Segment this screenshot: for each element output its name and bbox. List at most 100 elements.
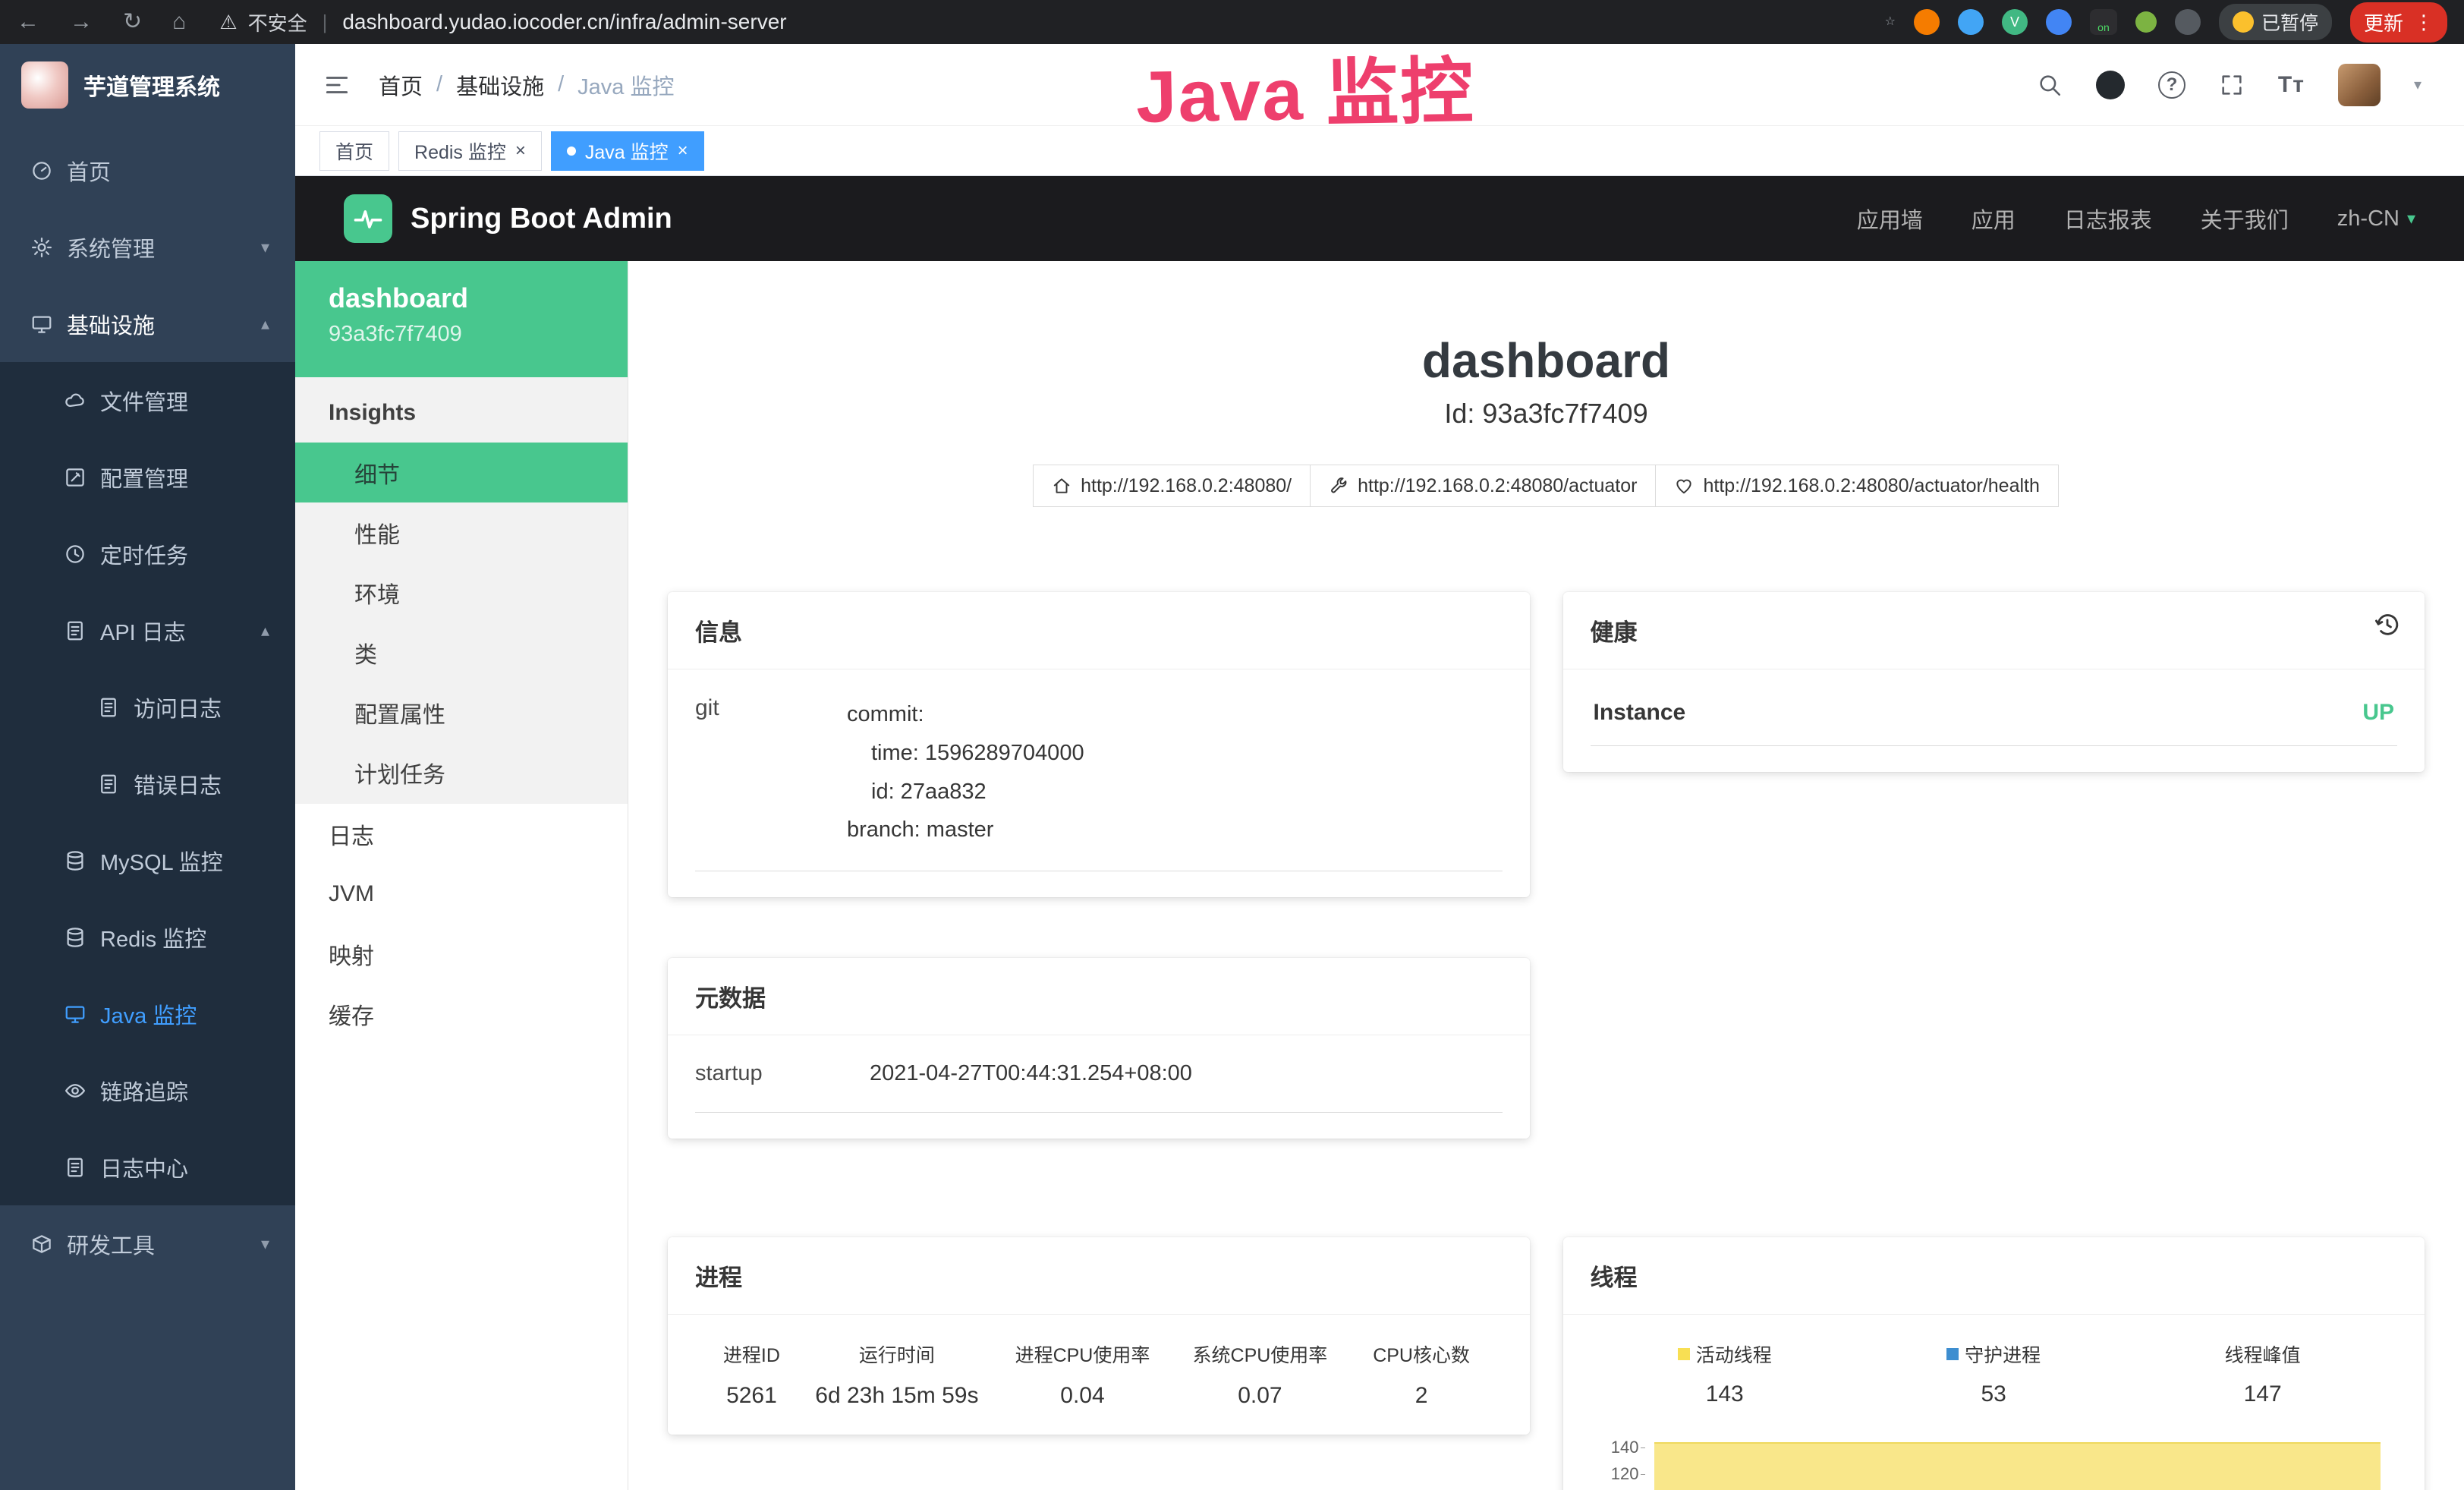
menu-item-mappings[interactable]: 映射 <box>295 924 628 984</box>
fullscreen-icon[interactable] <box>2219 72 2245 98</box>
page-subtitle: Id: 93a3fc7f7409 <box>628 398 2464 430</box>
health-instance-label: Instance <box>1594 700 1686 726</box>
browser-menu-icon[interactable]: ⋮ <box>2414 11 2434 34</box>
legend-label: 活动线程 <box>1696 1340 1772 1368</box>
sidebar-item-file-manage[interactable]: 文件管理 <box>0 362 295 439</box>
menu-item-scheduled-tasks[interactable]: 计划任务 <box>295 742 628 802</box>
user-avatar[interactable] <box>2338 64 2381 106</box>
sidebar-item-redis-monitor[interactable]: Redis 监控 <box>0 899 295 975</box>
menu-item-config-properties[interactable]: 配置属性 <box>295 682 628 742</box>
sidebar-item-system[interactable]: 系统管理 ▾ <box>0 209 295 285</box>
box-icon <box>30 1233 53 1255</box>
instance-header[interactable]: dashboard 93a3fc7f7409 <box>295 261 628 377</box>
github-icon[interactable] <box>2096 71 2125 99</box>
sidebar-item-mysql-monitor[interactable]: MySQL 监控 <box>0 822 295 899</box>
forward-icon[interactable]: → <box>70 11 93 33</box>
nav-applications[interactable]: 应用 <box>1972 203 2016 235</box>
menu-item-classes[interactable]: 类 <box>295 622 628 682</box>
sidebar-item-label: 访问日志 <box>134 691 222 723</box>
tab-java-monitor[interactable]: Java 监控 × <box>551 131 704 171</box>
menu-item-label: 缓存 <box>329 997 374 1031</box>
extension-grid-icon[interactable] <box>2046 9 2072 35</box>
process-col-label: 进程ID <box>695 1340 808 1368</box>
history-icon[interactable] <box>2373 610 2402 639</box>
header-actions: ? Tт ▾ <box>2037 64 2437 106</box>
database-icon <box>64 926 87 949</box>
close-icon[interactable]: × <box>515 142 526 160</box>
legend-active-threads: 活动线程 143 <box>1591 1340 1859 1407</box>
sidebar-item-error-log[interactable]: 错误日志 <box>0 745 295 822</box>
tab-redis-monitor[interactable]: Redis 监控 × <box>398 131 542 171</box>
browser-actions: ☆ V on 已暂停 更新 ⋮ <box>1885 2 2447 43</box>
font-size-icon[interactable]: Tт <box>2278 72 2305 98</box>
process-col-system-cpu: 系统CPU使用率 0.07 <box>1179 1340 1341 1409</box>
nav-about[interactable]: 关于我们 <box>2201 203 2289 235</box>
info-key: git <box>695 695 847 849</box>
language-select[interactable]: zh-CN ▾ <box>2337 206 2415 232</box>
extension-green-icon[interactable] <box>2135 11 2157 33</box>
extension-dark-icon[interactable] <box>2175 9 2201 35</box>
link-health-url[interactable]: http://192.168.0.2:48080/actuator/health <box>1655 465 2058 507</box>
menu-item-caches[interactable]: 缓存 <box>295 984 628 1044</box>
insights-label: Insights <box>295 377 628 443</box>
help-icon[interactable]: ? <box>2158 71 2186 99</box>
app-logo[interactable]: 芋道管理系统 <box>0 44 295 126</box>
paused-badge[interactable]: 已暂停 <box>2219 4 2332 40</box>
menu-item-logs[interactable]: 日志 <box>295 804 628 864</box>
page-title: dashboard <box>628 332 2464 389</box>
health-card-body: Instance UP <box>1563 669 2425 772</box>
extension-switch-icon[interactable]: on <box>2090 9 2117 35</box>
close-icon[interactable]: × <box>678 142 688 160</box>
update-button[interactable]: 更新 ⋮ <box>2350 2 2447 43</box>
address-bar[interactable]: ⚠ 不安全 | dashboard.yudao.iocoder.cn/infra… <box>219 8 786 36</box>
y-tick: 140 <box>1611 1438 1639 1457</box>
menu-item-environment[interactable]: 环境 <box>295 562 628 622</box>
link-root-url[interactable]: http://192.168.0.2:48080/ <box>1033 465 1311 507</box>
tab-home[interactable]: 首页 <box>319 131 389 171</box>
nav-journal[interactable]: 日志报表 <box>2064 203 2152 235</box>
monitor-icon <box>30 313 53 335</box>
sidebar-item-java-monitor[interactable]: Java 监控 <box>0 975 295 1052</box>
bookmark-star-icon[interactable]: ☆ <box>1885 16 1896 28</box>
menu-item-performance[interactable]: 性能 <box>295 502 628 562</box>
sba-header: Spring Boot Admin 应用墙 应用 日志报表 关于我们 zh-CN… <box>295 176 2464 261</box>
monitor-icon <box>64 1003 87 1025</box>
metadata-card: 元数据 startup 2021-04-27T00:44:31.254+08:0… <box>668 958 1530 1139</box>
extension-orange-icon[interactable] <box>1914 9 1940 35</box>
reload-icon[interactable]: ↻ <box>123 11 142 33</box>
sidebar-item-tracing[interactable]: 链路追踪 <box>0 1052 295 1129</box>
back-icon[interactable]: ← <box>17 11 39 33</box>
sba-brand[interactable]: Spring Boot Admin <box>411 203 672 235</box>
sidebar-item-access-log[interactable]: 访问日志 <box>0 669 295 745</box>
sidebar-item-infra[interactable]: 基础设施 ▴ <box>0 285 295 362</box>
search-icon[interactable] <box>2037 72 2063 98</box>
metadata-row-startup: startup 2021-04-27T00:44:31.254+08:00 <box>695 1061 1503 1113</box>
sidebar-item-log-center[interactable]: 日志中心 <box>0 1129 295 1205</box>
chevron-down-icon: ▾ <box>261 1234 269 1254</box>
legend-square-yellow-icon <box>1678 1348 1690 1360</box>
instance-id: 93a3fc7f7409 <box>329 322 628 347</box>
link-actuator-url[interactable]: http://192.168.0.2:48080/actuator <box>1310 465 1656 507</box>
sidebar-item-api-log[interactable]: API 日志 ▴ <box>0 592 295 669</box>
sba-main: dashboard Id: 93a3fc7f7409 http://192.16… <box>628 261 2464 1490</box>
extension-vue-icon[interactable]: V <box>2002 9 2028 35</box>
breadcrumb-home[interactable]: 首页 <box>379 69 423 101</box>
breadcrumb: 首页 / 基础设施 / Java 监控 <box>379 69 674 101</box>
sidebar-item-scheduled-job[interactable]: 定时任务 <box>0 515 295 592</box>
user-menu-caret-icon[interactable]: ▾ <box>2414 75 2422 94</box>
menu-item-jvm[interactable]: JVM <box>295 864 628 924</box>
nav-wallboard[interactable]: 应用墙 <box>1857 203 1923 235</box>
menu-item-label: 性能 <box>354 516 400 550</box>
sidebar-item-label: 系统管理 <box>67 232 155 263</box>
menu-item-details[interactable]: 细节 <box>295 443 628 502</box>
browser-home-icon[interactable]: ⌂ <box>172 11 186 33</box>
sidebar-item-config-manage[interactable]: 配置管理 <box>0 439 295 515</box>
extension-blue-drop-icon[interactable] <box>1958 9 1984 35</box>
breadcrumb-section[interactable]: 基础设施 <box>456 69 544 101</box>
legend-item: 活动线程 <box>1678 1340 1772 1368</box>
sidebar-item-dev-tools[interactable]: 研发工具 ▾ <box>0 1205 295 1282</box>
active-dot <box>567 146 576 156</box>
sidebar-item-home[interactable]: 首页 <box>0 132 295 209</box>
git-commit-time: time: 1596289704000 <box>847 734 1084 773</box>
hamburger-icon[interactable] <box>323 71 351 99</box>
